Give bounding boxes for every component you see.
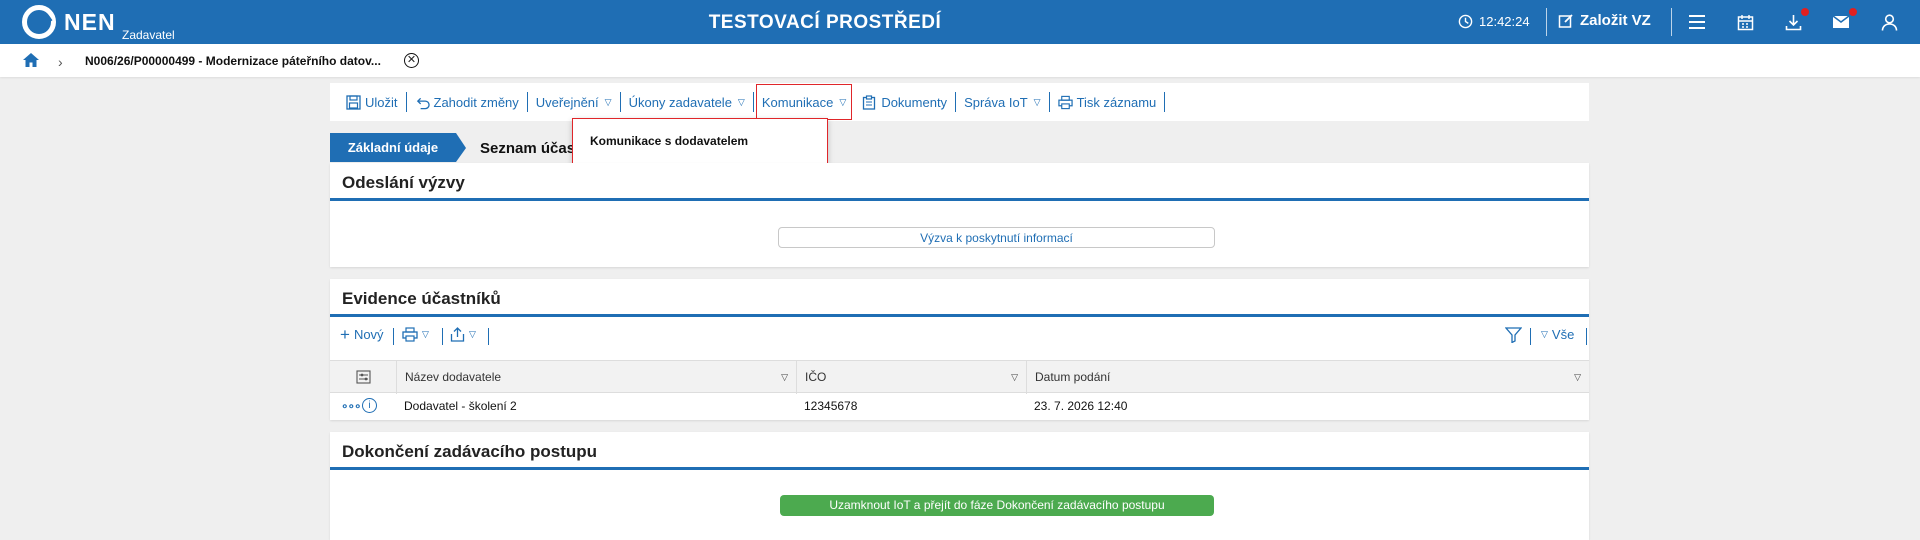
create-vz-label: Založit VZ: [1580, 12, 1651, 29]
iot-management-menu[interactable]: Správa IoT ▽: [956, 92, 1050, 112]
dropdown-triangle-icon: ▽: [1033, 96, 1041, 107]
clock-icon: [1458, 14, 1473, 29]
contracting-actions-menu[interactable]: Úkony zadavatele ▽: [621, 92, 754, 112]
cell-ico: 12345678: [804, 399, 858, 413]
divider: [488, 328, 489, 345]
column-ico[interactable]: IČO ▽: [796, 361, 1026, 394]
home-icon[interactable]: [22, 52, 40, 73]
divider: [1530, 328, 1531, 345]
mail-icon[interactable]: [1830, 8, 1857, 33]
export-icon: [450, 327, 465, 342]
notification-dot: [1801, 8, 1809, 16]
printer-icon: [1057, 95, 1073, 110]
discard-changes-button[interactable]: Zahodit změny: [407, 92, 528, 112]
dropdown-triangle-icon: ▽: [469, 329, 476, 339]
print-record-button[interactable]: Tisk záznamu: [1050, 92, 1166, 112]
dropdown-triangle-icon: ▽: [1541, 329, 1548, 339]
section-title: Evidence účastníků: [330, 279, 1589, 317]
communication-dropdown: Komunikace s dodavatelem: [572, 118, 828, 165]
edit-icon: [1558, 13, 1573, 28]
cell-supplier-name: Dodavatel - školení 2: [404, 399, 517, 413]
table-row[interactable]: ∘∘∘ i Dodavatel - školení 2 12345678 23.…: [330, 393, 1589, 419]
tab-basic-data[interactable]: Základní údaje: [330, 133, 466, 162]
calendar-icon[interactable]: [1734, 11, 1756, 33]
completion-panel: Dokončení zadávacího postupu Uzamknout I…: [330, 432, 1589, 540]
sort-triangle-icon[interactable]: ▽: [1011, 361, 1018, 394]
close-icon[interactable]: ✕: [404, 53, 419, 68]
divider: [1671, 8, 1672, 36]
save-label: Uložit: [365, 94, 398, 110]
filter-all-select[interactable]: ▽ Vše: [1541, 327, 1574, 342]
dropdown-triangle-icon: ▽: [422, 329, 429, 339]
printer-icon: [402, 327, 418, 342]
column-submission-date[interactable]: Datum podání ▽: [1026, 361, 1589, 394]
top-bar: NEN Zadavatel TESTOVACÍ PROSTŘEDÍ 12:42:…: [0, 0, 1920, 44]
print-label: Tisk záznamu: [1076, 94, 1157, 110]
divider: [1586, 328, 1587, 345]
dropdown-triangle-icon: ▽: [604, 96, 612, 107]
breadcrumb-item[interactable]: N006/26/P00000499 - Modernizace páteřníh…: [85, 54, 381, 68]
column-settings[interactable]: [330, 361, 396, 394]
new-button[interactable]: + Nový: [340, 325, 384, 344]
user-icon[interactable]: [1878, 11, 1900, 33]
menu-item-supplier-communication[interactable]: Komunikace s dodavatelem: [590, 134, 748, 148]
communication-menu[interactable]: Komunikace ▽: [755, 84, 853, 120]
notification-dot: [1849, 8, 1857, 16]
divider: [442, 328, 443, 345]
save-icon: [346, 94, 361, 110]
session-clock: 12:42:24: [1458, 14, 1530, 29]
environment-title: TESTOVACÍ PROSTŘEDÍ: [708, 12, 942, 33]
menu-icon[interactable]: [1686, 11, 1708, 33]
dropdown-triangle-icon: ▽: [839, 96, 847, 107]
clipboard-icon: [862, 94, 877, 110]
actions-label: Úkony zadavatele: [628, 94, 732, 110]
grid-toolbar: + Nový ▽ ▽ ▽ Vše: [330, 324, 1589, 350]
create-vz-button[interactable]: Založit VZ: [1558, 12, 1651, 29]
column-supplier-name[interactable]: Název dodavatele ▽: [396, 361, 796, 394]
iot-label: Správa IoT: [964, 94, 1028, 110]
column-label: Datum podání: [1035, 370, 1111, 384]
section-title: Dokončení zadávacího postupu: [330, 432, 1589, 470]
publish-menu[interactable]: Uveřejnění ▽: [528, 92, 621, 112]
publish-label: Uveřejnění: [535, 94, 599, 110]
sort-triangle-icon[interactable]: ▽: [781, 361, 788, 394]
documents-label: Dokumenty: [881, 94, 948, 110]
section-title: Odeslání výzvy: [330, 163, 1589, 201]
lock-iot-button[interactable]: Uzamknout IoT a přejít do fáze Dokončení…: [780, 495, 1214, 516]
documents-button[interactable]: Dokumenty: [854, 92, 957, 112]
request-info-button[interactable]: Výzva k poskytnutí informací: [778, 227, 1215, 248]
column-label: IČO: [805, 370, 827, 384]
column-label: Název dodavatele: [405, 370, 502, 384]
divider: [1546, 8, 1547, 36]
discard-label: Zahodit změny: [433, 94, 519, 110]
communication-label: Komunikace: [761, 94, 834, 110]
send-call-panel: Odeslání výzvy Výzva k poskytnutí inform…: [330, 163, 1589, 267]
cell-submission-date: 23. 7. 2026 12:40: [1034, 399, 1128, 413]
breadcrumb: › N006/26/P00000499 - Modernizace páteřn…: [0, 44, 1920, 77]
tab-participants-list[interactable]: Seznam účast: [480, 140, 580, 157]
export-button[interactable]: ▽: [450, 327, 476, 342]
new-label: Nový: [353, 327, 384, 342]
save-button[interactable]: Uložit: [338, 92, 407, 112]
divider: [393, 328, 394, 345]
sort-triangle-icon[interactable]: ▽: [1574, 361, 1581, 394]
info-icon[interactable]: i: [362, 398, 377, 413]
filter-button[interactable]: [1505, 327, 1522, 343]
table-header: Název dodavatele ▽ IČO ▽ Datum podání ▽: [330, 360, 1589, 394]
chevron-right-icon: ›: [58, 54, 63, 70]
clock-value: 12:42:24: [1479, 14, 1530, 29]
column-settings-icon: [356, 370, 371, 384]
download-icon[interactable]: [1782, 8, 1809, 33]
action-toolbar: Uložit Zahodit změny Uveřejnění ▽ Úkony …: [330, 83, 1589, 121]
row-actions-icon[interactable]: ∘∘∘: [333, 393, 362, 419]
undo-icon: [415, 95, 430, 110]
filter-all-label: Vše: [1551, 327, 1575, 342]
plus-icon: +: [340, 325, 350, 344]
participants-panel: Evidence účastníků + Nový ▽ ▽ ▽ Vše Náze…: [330, 279, 1589, 420]
print-grid-button[interactable]: ▽: [402, 327, 429, 342]
dropdown-triangle-icon: ▽: [737, 96, 745, 107]
filter-icon: [1505, 327, 1522, 343]
participants-table: Název dodavatele ▽ IČO ▽ Datum podání ▽ …: [330, 360, 1589, 419]
